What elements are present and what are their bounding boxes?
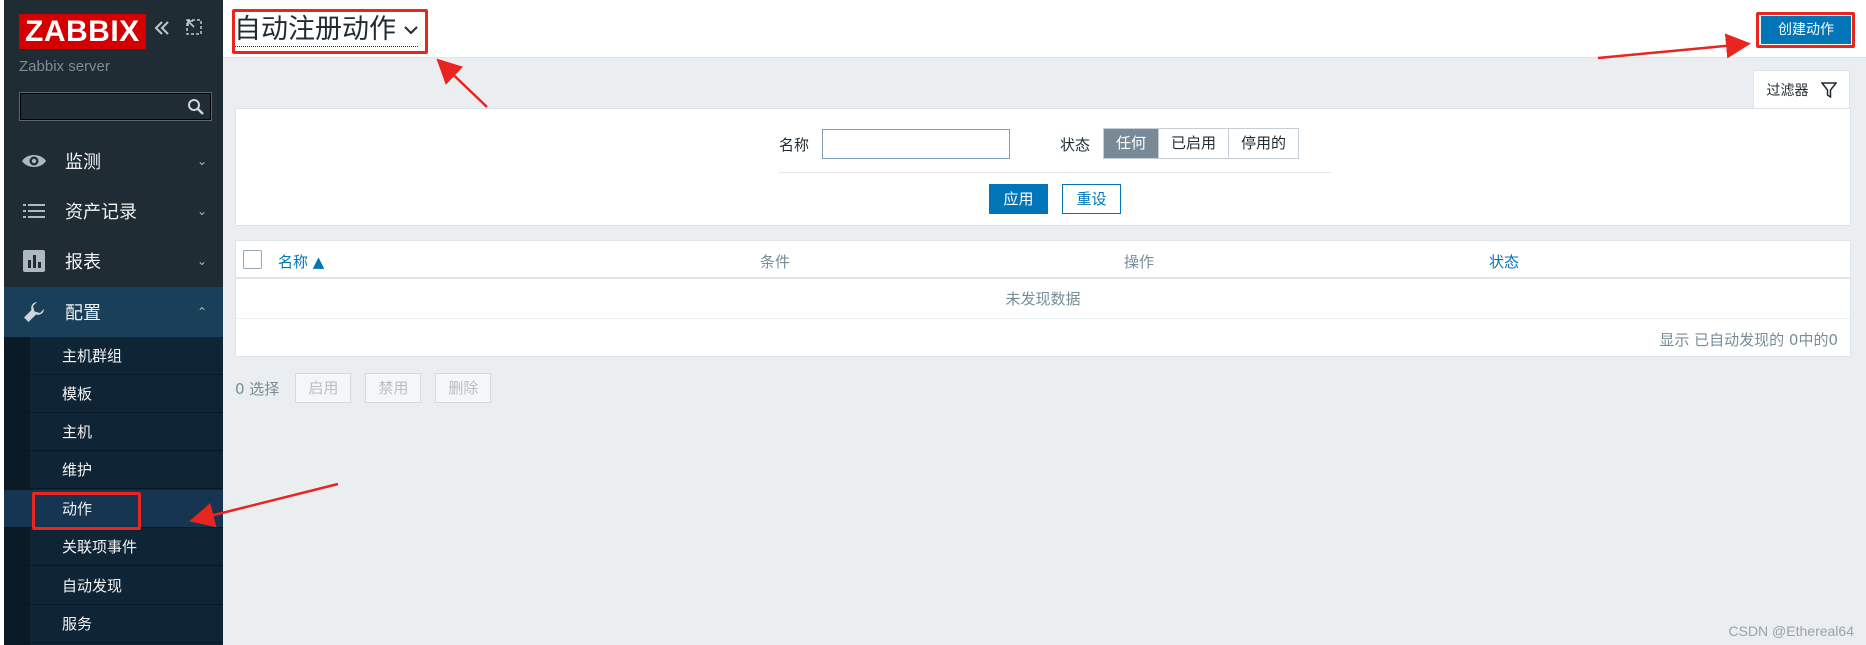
status-option-disabled[interactable]: 停用的: [1228, 129, 1299, 158]
configuration-submenu: 主机群组 模板 主机 维护 动作 关联项事件 自动发现 服务: [4, 337, 223, 645]
status-segmented-control[interactable]: 任何 已启用 停用的: [1103, 128, 1300, 159]
server-name: Zabbix server: [19, 58, 110, 75]
reset-button[interactable]: 重设: [1062, 184, 1121, 214]
double-chevron-left-icon[interactable]: [152, 18, 172, 43]
selected-count: 0 选择: [235, 379, 280, 398]
name-filter-input[interactable]: [822, 129, 1010, 159]
delete-button[interactable]: 删除: [435, 373, 492, 403]
submenu-item-hosts[interactable]: 主机: [4, 413, 223, 451]
column-operations: 操作: [1124, 253, 1155, 271]
enable-button[interactable]: 启用: [295, 373, 352, 403]
disable-button[interactable]: 禁用: [365, 373, 422, 403]
chevron-down-icon: ⌄: [196, 154, 207, 168]
chevron-down-icon: ⌄: [196, 254, 207, 268]
name-label: 名称: [779, 136, 810, 154]
annotation-box-actions-menu: [32, 492, 141, 530]
column-conditions: 条件: [760, 253, 791, 271]
column-name-sort[interactable]: 名称 ▲: [278, 251, 324, 272]
eye-icon: [21, 152, 47, 170]
filter-tab-label: 过滤器: [1766, 82, 1809, 99]
empty-state: 未发现数据: [236, 279, 1850, 319]
submenu-item-discovery[interactable]: 自动发现: [4, 567, 223, 605]
menu-configuration[interactable]: 配置 ⌃: [4, 287, 223, 337]
menu-label: 报表: [65, 252, 101, 273]
sidebar: ZABBIX Zabbix server 监测 ⌄ 资产记录 ⌄ 报表 ⌄ 配置…: [4, 0, 223, 645]
status-label: 状态: [1060, 136, 1091, 154]
filter-divider: [779, 172, 1331, 173]
paging-info: 显示 已自动发现的 0中的0: [1659, 331, 1838, 349]
annotation-box-create: [1756, 12, 1855, 48]
page-header: 自动注册动作 创建动作: [223, 0, 1866, 58]
submenu-item-templates[interactable]: 模板: [4, 375, 223, 413]
filter-tab[interactable]: 过滤器: [1753, 70, 1850, 108]
list-icon: [21, 203, 47, 219]
menu-label: 资产记录: [65, 202, 137, 223]
filter-icon: [1820, 81, 1837, 98]
annotation-box-title: [232, 9, 428, 54]
chevron-down-icon: ⌄: [196, 204, 207, 218]
search-icon[interactable]: [187, 98, 205, 116]
submenu-item-event-correlation[interactable]: 关联项事件: [4, 528, 223, 566]
chart-icon: [21, 250, 47, 272]
menu-inventory[interactable]: 资产记录 ⌄: [4, 186, 223, 236]
mass-actions: 0 选择 启用 禁用 删除: [235, 373, 505, 403]
status-option-any[interactable]: 任何: [1104, 129, 1159, 158]
select-all-checkbox[interactable]: [243, 250, 262, 269]
wrench-icon: [21, 300, 47, 324]
submenu-item-maintenance[interactable]: 维护: [4, 451, 223, 489]
chevron-up-icon: ⌃: [196, 305, 207, 319]
column-status[interactable]: 状态: [1489, 251, 1519, 272]
menu-label: 配置: [65, 303, 101, 324]
actions-table: 名称 ▲ 条件 操作 状态 未发现数据 显示 已自动发现的 0中的0: [235, 240, 1851, 357]
menu-monitoring[interactable]: 监测 ⌄: [4, 136, 223, 186]
sidebar-search-input[interactable]: [19, 92, 212, 121]
apply-button[interactable]: 应用: [989, 184, 1048, 214]
main-content: 自动注册动作 创建动作 过滤器 名称 状态 任何 已启用 停用的 应用 重设 名…: [223, 0, 1866, 645]
submenu-item-host-groups[interactable]: 主机群组: [4, 337, 223, 375]
menu-reports[interactable]: 报表 ⌄: [4, 236, 223, 286]
table-header: 名称 ▲ 条件 操作 状态: [236, 241, 1850, 279]
popout-icon[interactable]: [185, 18, 203, 41]
zabbix-logo[interactable]: ZABBIX: [19, 14, 146, 49]
menu-label: 监测: [65, 152, 101, 173]
status-option-enabled[interactable]: 已启用: [1158, 129, 1229, 158]
watermark: CSDN @Ethereal64: [1728, 623, 1855, 639]
submenu-item-services[interactable]: 服务: [4, 605, 223, 643]
filter-panel: 名称 状态 任何 已启用 停用的 应用 重设: [235, 108, 1851, 226]
